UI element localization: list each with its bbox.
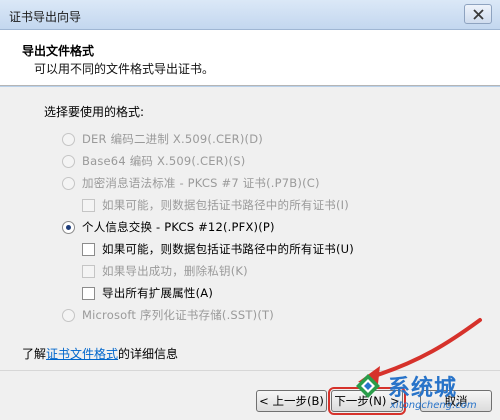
option-delete-private-key-label: 如果导出成功，删除私钥(K)	[102, 264, 248, 278]
option-export-extended[interactable]: 导出所有扩展属性(A)	[82, 285, 213, 301]
close-icon	[472, 8, 484, 20]
watermark-logo-icon	[356, 374, 380, 398]
watermark: 系统城 xitongcheng.com	[348, 370, 500, 420]
checkbox-delete-private-key[interactable]	[82, 264, 95, 278]
header-subtitle: 可以用不同的文件格式导出证书。	[34, 62, 215, 76]
option-base64[interactable]: Base64 编码 X.509(.CER)(S)	[62, 153, 245, 169]
option-der-label: DER 编码二进制 X.509(.CER)(D)	[82, 132, 263, 146]
option-export-extended-label: 导出所有扩展属性(A)	[102, 286, 214, 300]
option-pkcs7[interactable]: 加密消息语法标准 - PKCS #7 证书(.P7B)(C)	[62, 175, 320, 191]
option-pkcs7-include-all-label: 如果可能，则数据包括证书路径中的所有证书(I)	[102, 198, 349, 212]
learn-more-suffix: 的详细信息	[118, 347, 179, 361]
option-pkcs12-include-all-label: 如果可能，则数据包括证书路径中的所有证书(U)	[102, 242, 354, 256]
option-pkcs12-label: 个人信息交换 - PKCS #12(.PFX)(P)	[82, 220, 275, 234]
option-sst-label: Microsoft 序列化证书存储(.SST)(T)	[82, 308, 274, 322]
checkbox-export-extended[interactable]	[82, 286, 95, 300]
option-base64-label: Base64 编码 X.509(.CER)(S)	[82, 154, 246, 168]
wizard-header: 导出文件格式 可以用不同的文件格式导出证书。	[0, 30, 500, 86]
format-prompt: 选择要使用的格式:	[44, 105, 145, 119]
title-bar: 证书导出向导	[0, 0, 500, 30]
watermark-url: xitongcheng.com	[390, 400, 477, 411]
radio-der[interactable]	[62, 132, 75, 146]
option-delete-private-key[interactable]: 如果导出成功，删除私钥(K)	[82, 263, 248, 279]
close-button[interactable]	[464, 4, 492, 24]
radio-pkcs7[interactable]	[62, 176, 75, 190]
certificate-format-link[interactable]: 证书文件格式	[46, 347, 118, 361]
header-title: 导出文件格式	[22, 44, 95, 58]
checkbox-pkcs12-include-all[interactable]	[82, 242, 95, 256]
watermark-brand: 系统城	[388, 376, 458, 401]
option-pkcs12-include-all[interactable]: 如果可能，则数据包括证书路径中的所有证书(U)	[82, 241, 354, 257]
option-sst[interactable]: Microsoft 序列化证书存储(.SST)(T)	[62, 307, 274, 323]
learn-more: 了解证书文件格式的详细信息	[22, 345, 178, 362]
window-title: 证书导出向导	[9, 10, 82, 24]
option-pkcs7-include-all[interactable]: 如果可能，则数据包括证书路径中的所有证书(I)	[82, 197, 349, 213]
radio-pkcs12[interactable]	[62, 220, 75, 234]
radio-base64[interactable]	[62, 154, 75, 168]
learn-more-prefix: 了解	[22, 347, 47, 361]
option-pkcs12[interactable]: 个人信息交换 - PKCS #12(.PFX)(P)	[62, 219, 275, 235]
radio-sst[interactable]	[62, 308, 75, 322]
option-pkcs7-label: 加密消息语法标准 - PKCS #7 证书(.P7B)(C)	[82, 176, 320, 190]
option-der[interactable]: DER 编码二进制 X.509(.CER)(D)	[62, 131, 263, 147]
checkbox-pkcs7-include-all[interactable]	[82, 198, 95, 212]
back-button[interactable]: < 上一步(B)	[256, 390, 327, 412]
